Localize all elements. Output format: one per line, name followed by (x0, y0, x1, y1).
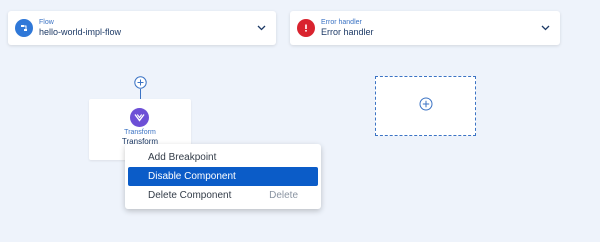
flow-type-label: Flow (39, 18, 54, 26)
chevron-down-icon[interactable] (252, 19, 270, 37)
flow-icon (15, 19, 33, 37)
transform-type-label: Transform (124, 129, 156, 136)
flow-connector (140, 89, 141, 99)
add-component-icon[interactable] (419, 97, 433, 116)
menu-item-add-breakpoint[interactable]: Add Breakpoint (128, 148, 318, 167)
flow-card[interactable]: Flow hello-world-impl-flow (8, 11, 276, 45)
add-component-icon[interactable] (134, 76, 147, 89)
menu-item-disable-component[interactable]: Disable Component (128, 167, 318, 186)
menu-item-label: Add Breakpoint (148, 152, 217, 163)
context-menu: Add Breakpoint Disable Component Delete … (125, 144, 321, 209)
transform-icon (130, 108, 149, 127)
error-type-label: Error handler (321, 18, 362, 26)
flow-name: hello-world-impl-flow (39, 26, 122, 37)
menu-item-shortcut: Delete (269, 190, 298, 201)
chevron-down-icon[interactable] (536, 19, 554, 37)
error-name: Error handler (321, 26, 374, 37)
error-handler-drop-zone[interactable] (375, 76, 476, 136)
menu-item-delete-component[interactable]: Delete Component Delete (128, 186, 318, 205)
menu-item-label: Disable Component (148, 171, 236, 182)
menu-item-label: Delete Component (148, 190, 232, 201)
error-icon (297, 19, 315, 37)
error-handler-card[interactable]: Error handler Error handler (290, 11, 560, 45)
